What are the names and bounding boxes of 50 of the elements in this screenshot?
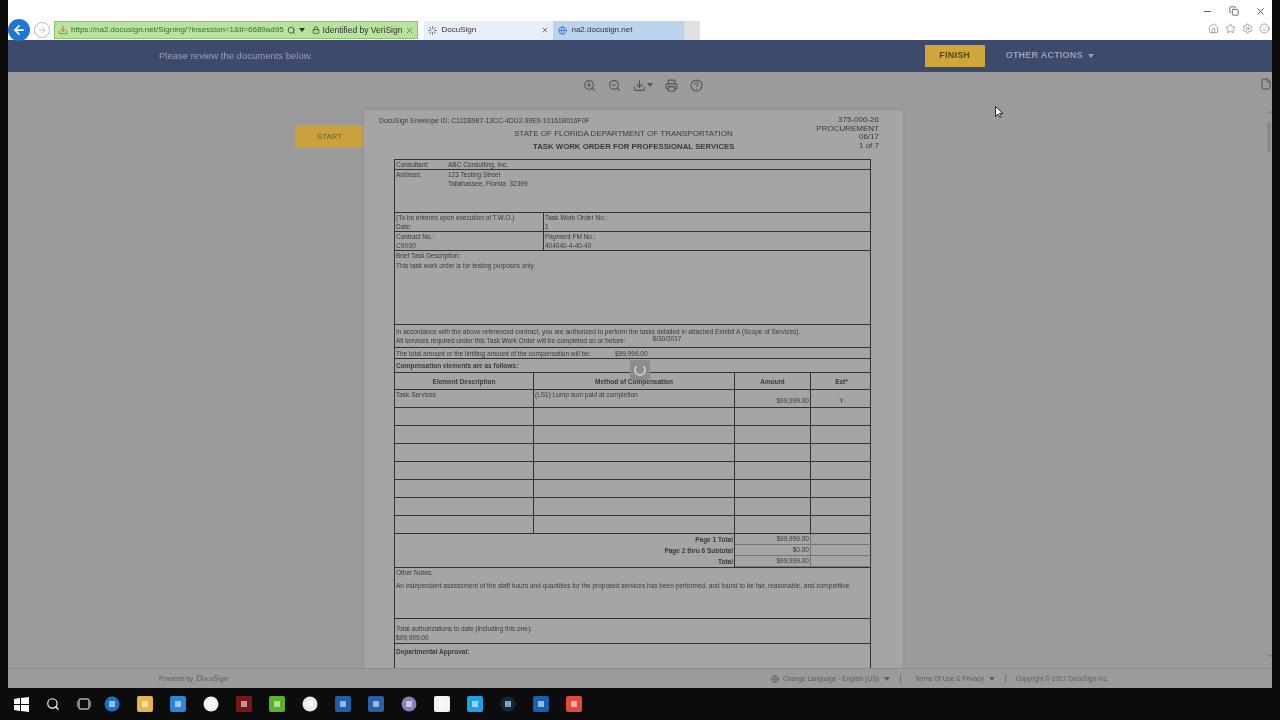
start-windows-icon[interactable] <box>14 696 29 712</box>
download-icon <box>58 25 68 35</box>
close-icon[interactable] <box>405 25 415 35</box>
print-icon[interactable] <box>665 78 678 92</box>
download-button[interactable] <box>633 78 653 92</box>
search-icon[interactable] <box>46 697 60 711</box>
settings-icon[interactable] <box>1242 23 1253 34</box>
task-view-icon[interactable] <box>77 698 91 710</box>
address-bar[interactable]: https://na2.docusign.net/Signing/?insession=1&ti=6689ad95 Identified by VeriSign <box>54 21 419 39</box>
mouse-cursor-icon <box>995 106 1003 118</box>
caret-icon <box>1087 54 1094 58</box>
review-message: Please review the documents below. <box>159 48 313 63</box>
help-icon[interactable] <box>690 78 703 92</box>
forward-arrow-icon <box>37 25 47 35</box>
app-icon[interactable] <box>500 696 516 712</box>
home-icon[interactable] <box>1208 23 1219 34</box>
browser-tab[interactable]: DocuSign <box>424 20 555 40</box>
identity-text: Identified by VeriSign <box>322 23 403 37</box>
globe-icon <box>558 25 568 35</box>
caret-icon <box>883 676 890 681</box>
zoom-in-icon[interactable] <box>583 78 596 92</box>
globe-icon <box>770 674 779 683</box>
close-tab-icon[interactable] <box>541 26 550 34</box>
caret-icon <box>298 28 305 32</box>
back-button[interactable] <box>8 19 30 41</box>
loading-spinner <box>630 360 650 380</box>
restore-icon[interactable] <box>1229 6 1239 16</box>
caret-icon <box>988 676 995 681</box>
loading-icon <box>428 25 438 35</box>
lock-icon <box>311 26 320 34</box>
favorites-icon[interactable] <box>1225 23 1236 34</box>
app-icon[interactable] <box>302 696 318 712</box>
search-icon <box>286 25 296 35</box>
app-icon[interactable] <box>401 696 417 712</box>
finish-button[interactable]: FINISH <box>924 45 985 67</box>
app-icon[interactable] <box>104 696 120 712</box>
agency-name: STATE OF FLORIDA DEPARTMENT OF TRANSPORTATION <box>514 129 733 138</box>
form-info: 375-000-26 PROCUREMENT 06/17 1 of 7 <box>816 116 879 150</box>
scroll-down-icon[interactable] <box>1264 651 1272 660</box>
back-arrow-icon <box>12 23 26 37</box>
browser-tab[interactable]: na2.docusign.net <box>554 20 685 40</box>
document-icon[interactable] <box>1260 78 1272 90</box>
close-icon[interactable] <box>1255 6 1266 17</box>
app-icon[interactable] <box>203 696 219 712</box>
url-text: https://na2.docusign.net/Signing/?insession=1&ti=6689ad95 <box>71 24 284 36</box>
other-actions-button[interactable]: OTHER ACTIONS <box>1005 49 1094 63</box>
feedback-icon[interactable] <box>1259 23 1270 34</box>
zoom-out-icon[interactable] <box>608 78 621 92</box>
scroll-up-icon[interactable] <box>1264 108 1272 117</box>
caret-icon <box>647 83 653 87</box>
